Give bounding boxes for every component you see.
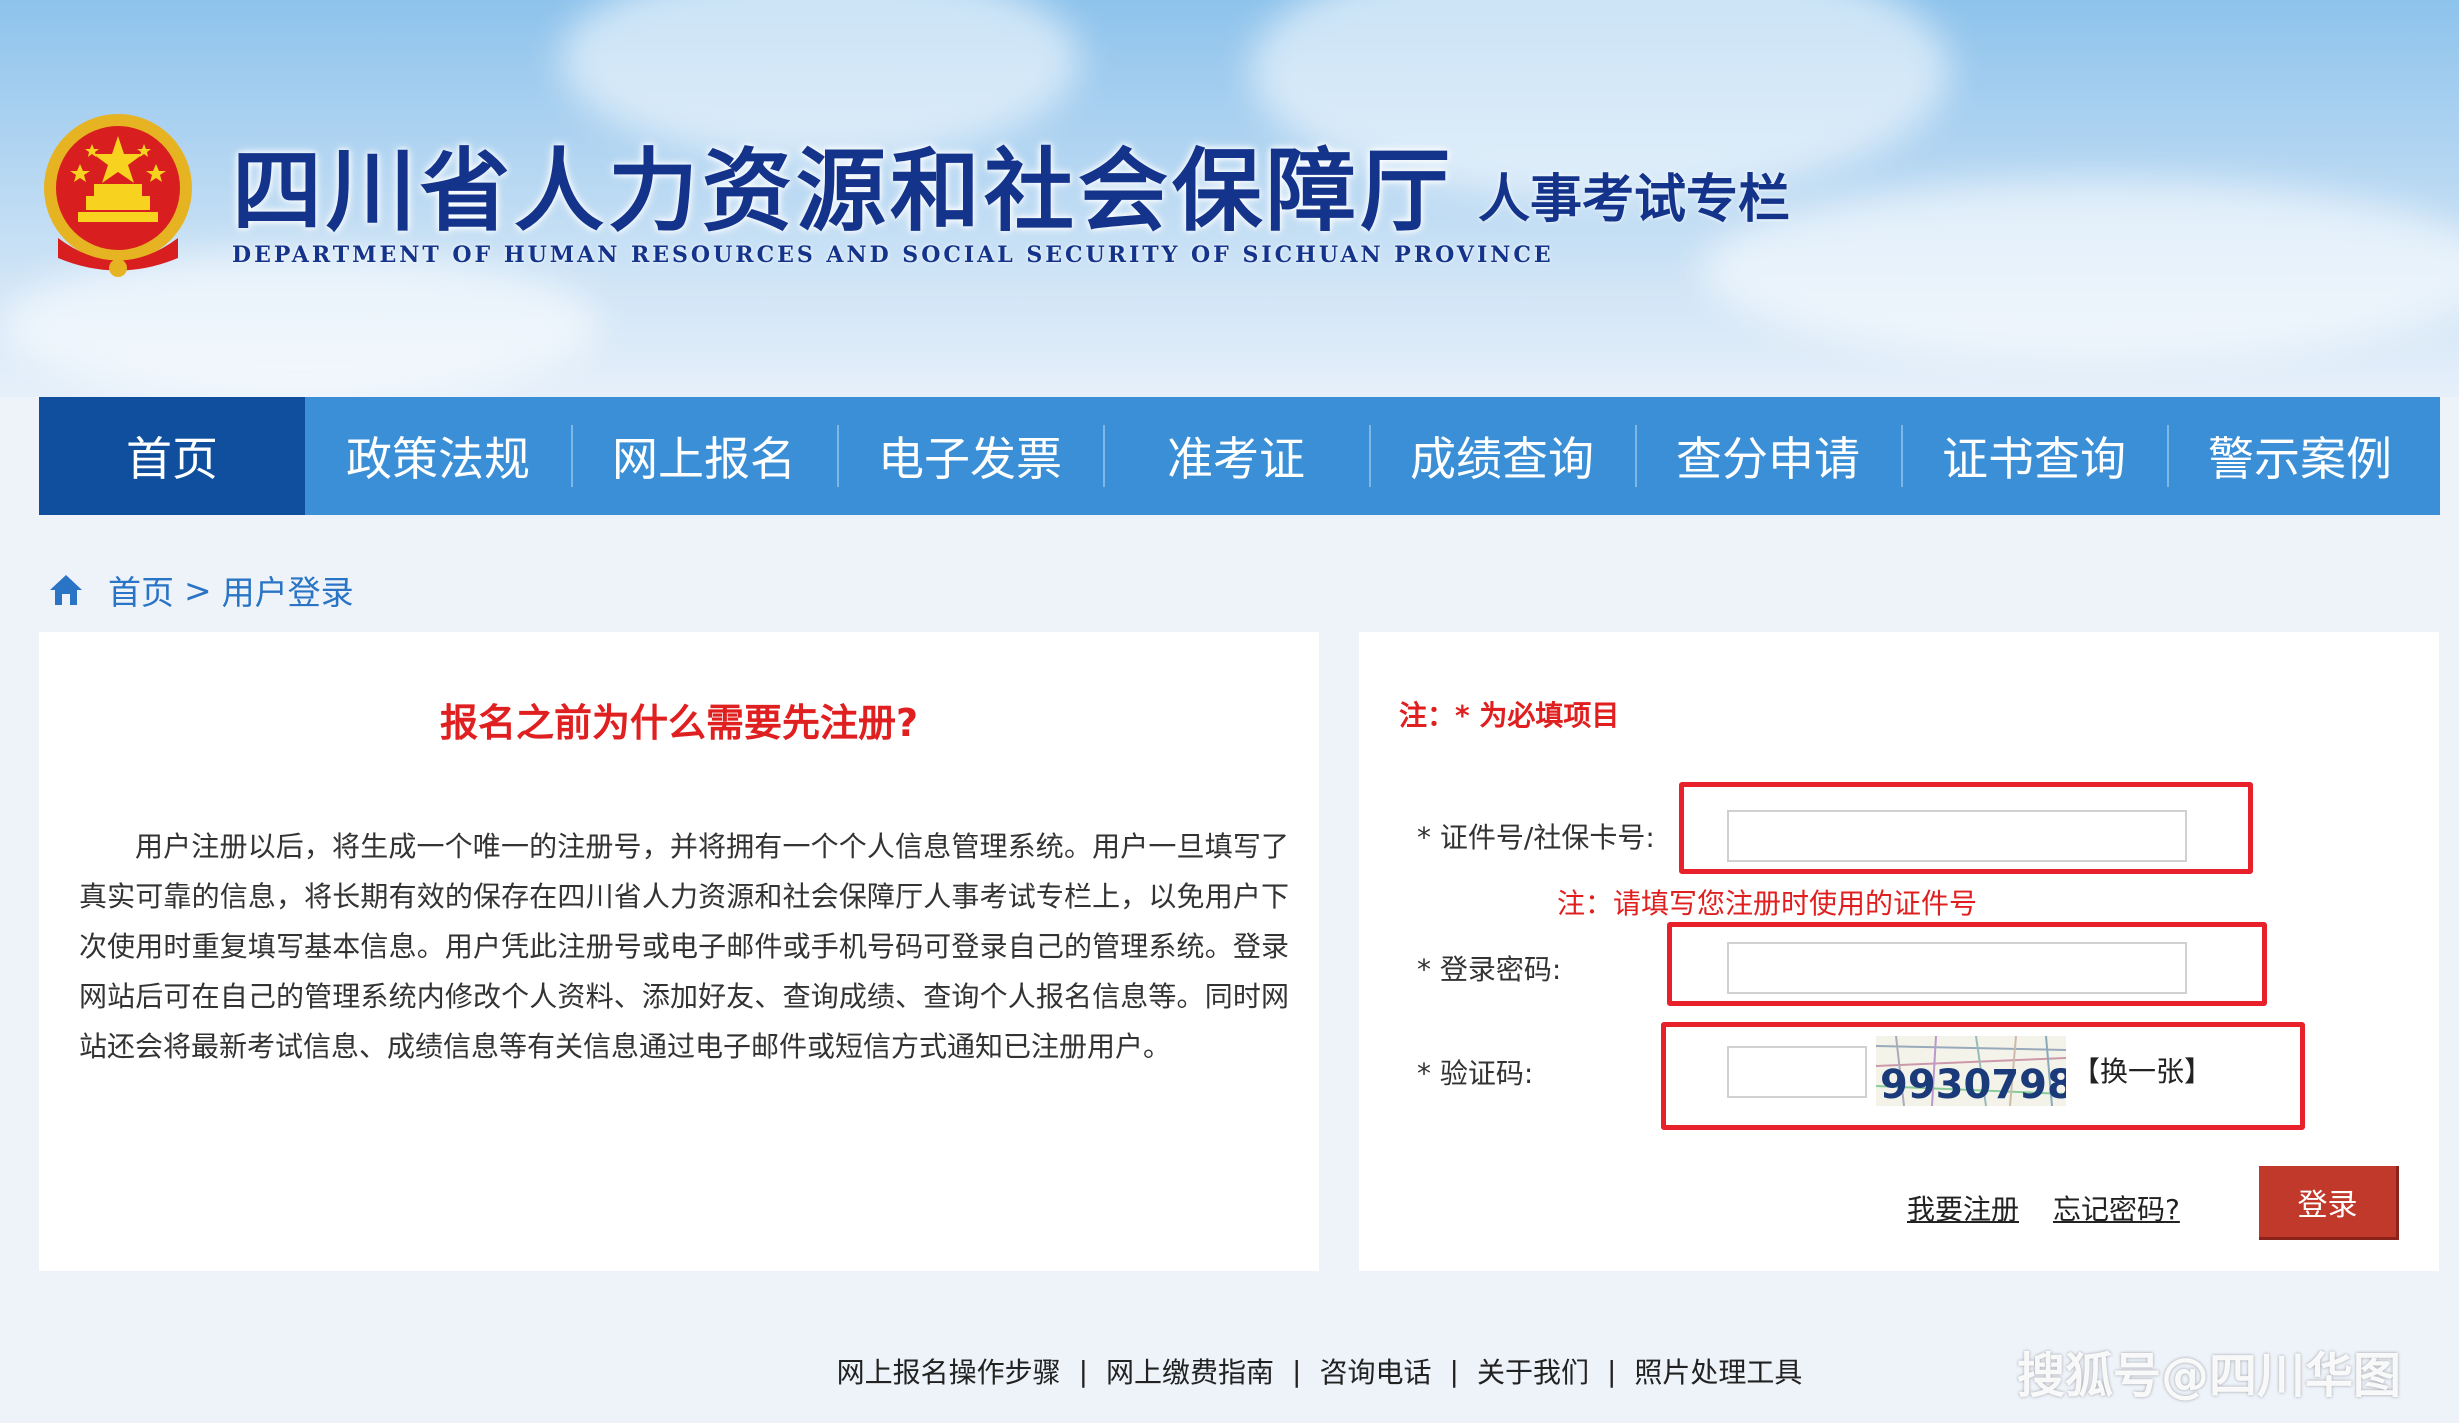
id-number-input[interactable] [1727,810,2187,862]
footer-separator: | [1078,1354,1089,1388]
national-emblem-icon [44,114,192,277]
required-note: 注：* 为必填项目 [1399,699,1620,732]
nav-item-certificate-query[interactable]: 证书查询 [1901,397,2167,515]
login-button[interactable]: 登录 [2259,1166,2399,1240]
breadcrumb: 首页 > 用户登录 [48,565,354,615]
footer-link-payment-guide[interactable]: 网上缴费指南 [1106,1351,1274,1391]
footer-link-contact-phone[interactable]: 咨询电话 [1319,1351,1431,1391]
breadcrumb-current: 用户登录 [221,573,354,612]
login-panel: 注：* 为必填项目 * 证件号/社保卡号: 注：请填写您注册时使用的证件号 * … [1359,632,2439,1271]
breadcrumb-separator: > [184,570,212,610]
info-text: 用户注册以后，将生成一个唯一的注册号，并将拥有一个个人信息管理系统。用户一旦填写… [79,830,1289,1063]
footer-separator: | [1292,1354,1302,1388]
password-input[interactable] [1727,942,2187,994]
section-title: 人事考试专栏 [1478,169,1791,230]
captcha-refresh-link[interactable]: 【换一张】 [2072,1050,2212,1090]
footer-separator: | [1449,1354,1459,1388]
nav-item-score-query[interactable]: 成绩查询 [1369,397,1635,515]
page: 四川省人力资源和社会保障厅 DEPARTMENT OF HUMAN RESOUR… [0,0,2459,1423]
nav-item-warning-cases[interactable]: 警示案例 [2167,397,2433,515]
watermark: 搜狐号@四川华图 [2016,1348,2401,1404]
nav-item-e-invoice[interactable]: 电子发票 [837,397,1103,515]
info-title: 报名之前为什么需要先注册? [439,701,919,745]
main-nav: 首页 政策法规 网上报名 电子发票 准考证 成绩查询 查分申请 证书查询 警示案… [39,397,2440,515]
register-link[interactable]: 我要注册 [1907,1188,2019,1228]
nav-item-home[interactable]: 首页 [39,397,305,515]
captcha-text: 9930798 [1880,1062,2066,1106]
cloud-decoration [1700,180,2459,360]
home-icon[interactable] [48,572,84,608]
forgot-password-link[interactable]: 忘记密码? [2053,1188,2180,1228]
info-panel: 报名之前为什么需要先注册? 用户注册以后，将生成一个唯一的注册号，并将拥有一个个… [39,632,1319,1271]
nav-item-policies[interactable]: 政策法规 [305,397,571,515]
nav-item-admission-ticket[interactable]: 准考证 [1103,397,1369,515]
captcha-noise: 9930798 [1876,1036,2066,1106]
site-header: 四川省人力资源和社会保障厅 DEPARTMENT OF HUMAN RESOUR… [0,0,2459,397]
captcha-label: * 验证码: [1417,1057,1534,1090]
footer-link-about-us[interactable]: 关于我们 [1477,1351,1589,1391]
nav-item-online-registration[interactable]: 网上报名 [571,397,837,515]
site-title: 四川省人力资源和社会保障厅 [232,138,1454,244]
site-subtitle: DEPARTMENT OF HUMAN RESOURCES AND SOCIAL… [232,242,1554,268]
footer-link-registration-steps[interactable]: 网上报名操作步骤 [837,1351,1061,1391]
nav-item-score-review[interactable]: 查分申请 [1635,397,1901,515]
footer-separator: | [1606,1354,1617,1388]
breadcrumb-home[interactable]: 首页 [108,566,174,614]
footer-link-photo-tool[interactable]: 照片处理工具 [1634,1351,1802,1391]
captcha-input[interactable] [1727,1046,1867,1098]
password-label: * 登录密码: [1417,953,1562,986]
id-label: * 证件号/社保卡号: [1417,821,1655,854]
captcha-image[interactable]: 9930798 [1876,1036,2066,1106]
id-hint: 注：请填写您注册时使用的证件号 [1557,887,1978,920]
